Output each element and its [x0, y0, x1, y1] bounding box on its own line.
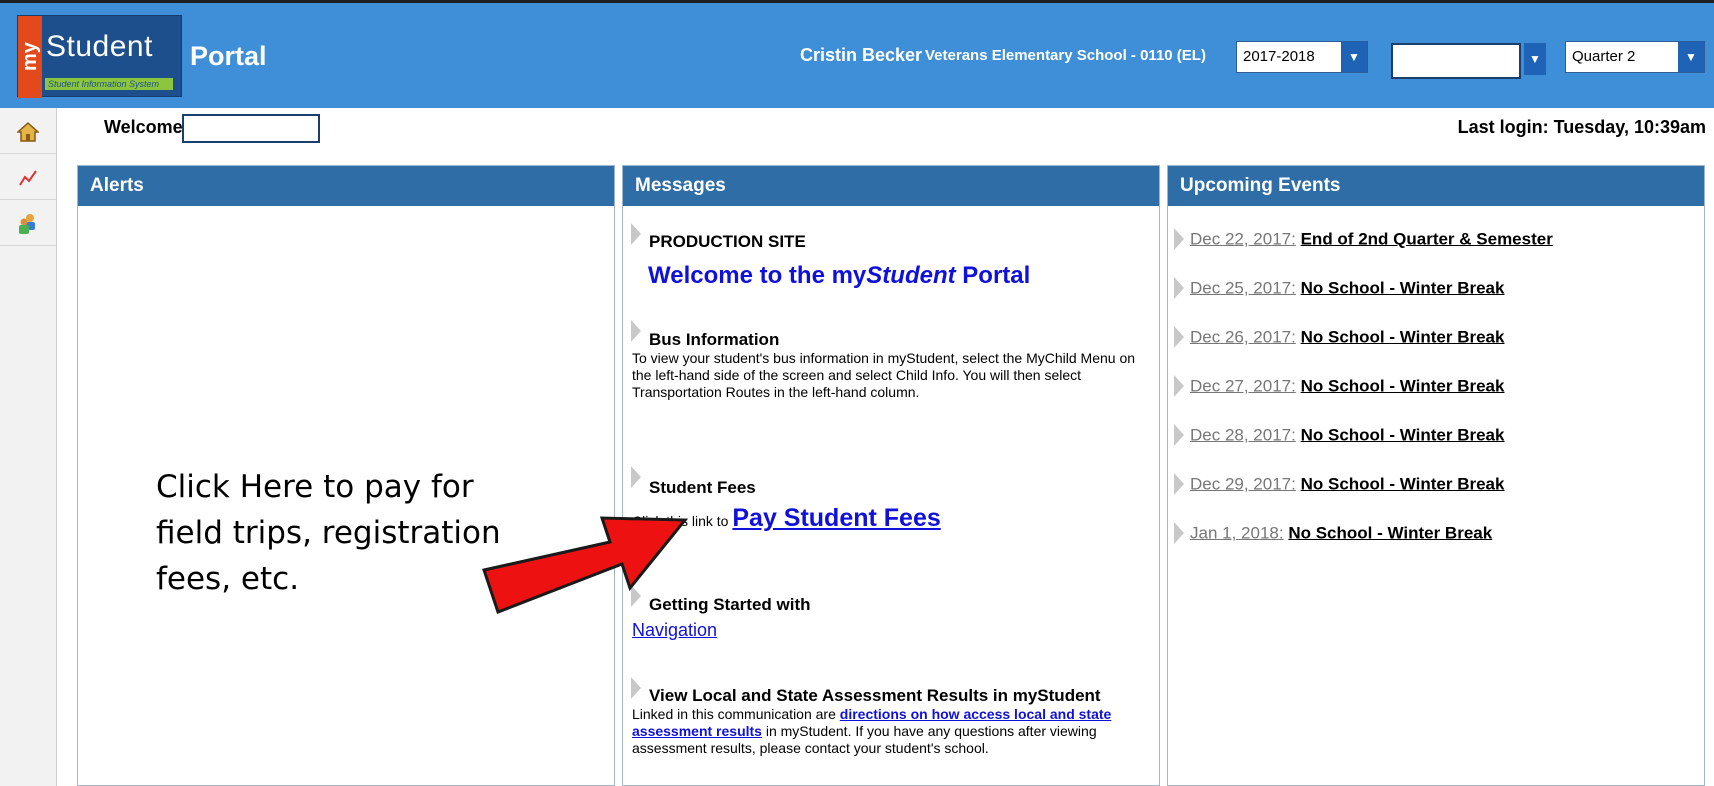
event-name[interactable]: No School - Winter Break — [1301, 376, 1505, 395]
bullet-arrow-icon — [631, 223, 641, 245]
event-date[interactable]: Dec 27, 2017: — [1190, 376, 1296, 395]
last-login: Last login: Tuesday, 10:39am — [1457, 117, 1706, 137]
people-icon[interactable] — [0, 200, 56, 246]
event-name[interactable]: No School - Winter Break — [1288, 523, 1492, 542]
top-header: my Student Student Information System Po… — [0, 0, 1714, 108]
left-icon-rail — [0, 108, 57, 786]
bullet-arrow-icon — [1174, 326, 1184, 348]
event-item[interactable]: Dec 29, 2017: No School - Winter Break — [1174, 473, 1505, 496]
student-fees-title: Student Fees — [649, 478, 756, 497]
chevron-down-icon[interactable]: ▼ — [1341, 42, 1367, 72]
event-item[interactable]: Dec 28, 2017: No School - Winter Break — [1174, 424, 1505, 447]
user-name: Cristin Becker — [800, 45, 923, 65]
portal-label: Portal — [190, 41, 267, 71]
home-icon[interactable] — [0, 108, 56, 154]
upcoming-events-header: Upcoming Events — [1168, 166, 1704, 206]
term-select[interactable] — [1391, 43, 1521, 79]
bullet-arrow-icon — [1174, 375, 1184, 397]
school-name: Veterans Elementary School - 0110 (EL) — [925, 47, 1206, 64]
event-date[interactable]: Dec 28, 2017: — [1190, 425, 1296, 444]
welcome-name-box — [182, 114, 320, 143]
event-name[interactable]: No School - Winter Break — [1301, 474, 1505, 493]
pay-student-fees-link[interactable]: Pay Student Fees — [732, 504, 940, 532]
bullet-arrow-icon — [1174, 473, 1184, 495]
event-date[interactable]: Dec 26, 2017: — [1190, 327, 1296, 346]
logo-tagline: Student Information System — [45, 78, 173, 90]
messages-header: Messages — [623, 166, 1159, 206]
school-year-value: 2017-2018 — [1243, 48, 1315, 65]
event-item[interactable]: Jan 1, 2018: No School - Winter Break — [1174, 522, 1492, 545]
quarter-value: Quarter 2 — [1572, 48, 1636, 65]
red-arrow-icon — [482, 516, 689, 614]
alerts-header: Alerts — [78, 166, 614, 206]
chart-icon[interactable] — [0, 154, 56, 200]
bullet-arrow-icon — [1174, 424, 1184, 446]
mystudent-logo[interactable]: my Student Student Information System — [17, 15, 182, 98]
event-date[interactable]: Jan 1, 2018: — [1190, 523, 1284, 542]
event-item[interactable]: Dec 22, 2017: End of 2nd Quarter & Semes… — [1174, 228, 1553, 251]
bullet-arrow-icon — [1174, 277, 1184, 299]
bullet-arrow-icon — [1174, 228, 1184, 250]
quarter-select[interactable]: Quarter 2 ▼ — [1565, 41, 1705, 73]
event-name[interactable]: End of 2nd Quarter & Semester — [1301, 229, 1553, 248]
event-date[interactable]: Dec 22, 2017: — [1190, 229, 1296, 248]
navigation-link[interactable]: Navigation — [632, 620, 717, 641]
event-item[interactable]: Dec 27, 2017: No School - Winter Break — [1174, 375, 1505, 398]
bus-information-body: To view your student's bus information i… — [632, 350, 1136, 400]
event-name[interactable]: No School - Winter Break — [1301, 425, 1505, 444]
logo-my: my — [18, 16, 42, 98]
welcome-label: Welcome — [104, 117, 183, 137]
bullet-arrow-icon — [631, 677, 641, 699]
event-name[interactable]: No School - Winter Break — [1301, 278, 1505, 297]
logo-student: Student — [46, 30, 153, 63]
bullet-arrow-icon — [631, 466, 641, 488]
bullet-arrow-icon — [1174, 522, 1184, 544]
bullet-arrow-icon — [631, 320, 641, 342]
event-date[interactable]: Dec 25, 2017: — [1190, 278, 1296, 297]
chevron-down-icon[interactable]: ▼ — [1678, 42, 1704, 72]
welcome-portal-heading: Welcome to the myStudent Portal — [648, 262, 1031, 289]
assessment-title: View Local and State Assessment Results … — [649, 686, 1101, 705]
event-item[interactable]: Dec 26, 2017: No School - Winter Break — [1174, 326, 1505, 349]
assessment-body: Linked in this communication are directi… — [632, 706, 1112, 756]
event-date[interactable]: Dec 29, 2017: — [1190, 474, 1296, 493]
bus-information-title: Bus Information — [649, 330, 780, 349]
annotation-callout: Click Here to pay for field trips, regis… — [156, 469, 501, 597]
event-name[interactable]: No School - Winter Break — [1301, 327, 1505, 346]
chevron-down-icon[interactable]: ▼ — [1524, 43, 1546, 75]
event-item[interactable]: Dec 25, 2017: No School - Winter Break — [1174, 277, 1505, 300]
production-site-title: PRODUCTION SITE — [649, 232, 806, 251]
school-year-select[interactable]: 2017-2018 ▼ — [1236, 41, 1368, 73]
